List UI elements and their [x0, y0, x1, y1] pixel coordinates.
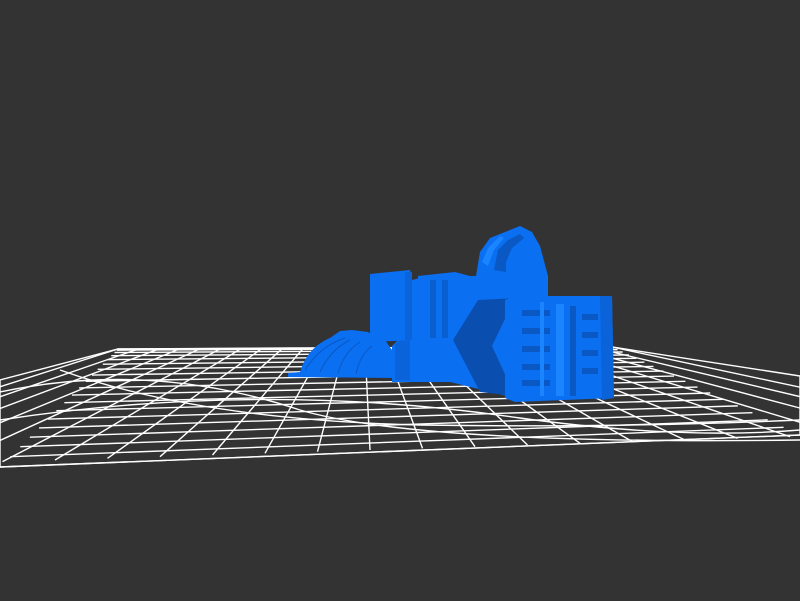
left-tower — [370, 270, 420, 342]
front-box-side — [600, 296, 614, 400]
middle-stripe-1 — [430, 280, 436, 338]
base-cylinder — [395, 338, 410, 380]
middle-stripe-2 — [442, 280, 448, 338]
scene-canvas[interactable] — [0, 0, 800, 601]
3d-viewport[interactable] — [0, 0, 800, 601]
left-tower-shadow — [405, 272, 412, 340]
